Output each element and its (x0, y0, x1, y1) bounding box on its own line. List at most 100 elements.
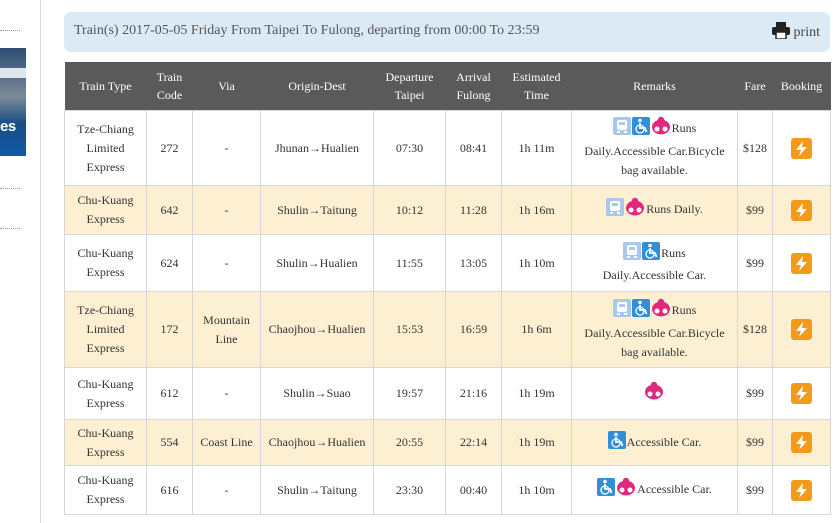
booking-icon[interactable] (791, 199, 812, 221)
header-remarks: Remarks (571, 62, 738, 111)
header-origin-dest[interactable]: Origin-Dest (260, 62, 374, 111)
wheelchair-icon (631, 117, 650, 141)
wheelchair-icon (597, 478, 616, 502)
booking-icon[interactable] (791, 252, 812, 274)
cell-remarks: Accessible Car. (571, 465, 738, 515)
cell-origin-dest: Jhunan→Hualien (260, 110, 374, 186)
promo-text: es (0, 118, 16, 135)
cell-estimated-time: 1h 19m (501, 367, 572, 420)
booking-icon[interactable] (791, 383, 812, 404)
daily-train-icon (606, 198, 625, 222)
table-row: Chu-Kuang Express 624 - Shulin→Hualien 11… (64, 234, 831, 292)
table-row: Chu-Kuang Express 554 Coast Line Chaojhou… (64, 419, 831, 466)
cell-booking (772, 185, 831, 235)
cell-origin-dest: Chaojhou→Hualien (260, 419, 374, 466)
cell-origin-dest: Shulin→Taitung (260, 185, 374, 235)
cell-train-type: Tze-Chiang Limited Express (64, 291, 147, 368)
header-departure[interactable]: Departure Taipei (373, 62, 446, 111)
cell-remarks: Runs Daily.Accessible Car.Bicycle bag avai… (571, 110, 738, 186)
booking-icon[interactable] (791, 319, 812, 340)
cell-via: - (192, 465, 261, 515)
booking-icon[interactable] (791, 479, 812, 501)
cell-estimated-time: 1h 10m (501, 465, 572, 515)
search-summary-text: Train(s) 2017-05-05 Friday From Taipei T… (74, 23, 540, 38)
cell-estimated-time: 1h 16m (501, 185, 572, 235)
cell-via: - (192, 367, 261, 420)
cell-origin-dest: Chaojhou→Hualien (260, 291, 374, 368)
print-icon (771, 22, 790, 44)
print-button[interactable]: print (771, 22, 820, 44)
cell-train-type: Chu-Kuang Express (64, 367, 147, 420)
cell-arrival: 08:41 (445, 110, 502, 186)
cell-train-code[interactable]: 616 (146, 465, 193, 515)
bicycle-bag-icon (651, 116, 671, 142)
cell-arrival: 22:14 (445, 419, 502, 466)
cell-booking (772, 234, 831, 292)
cell-train-code[interactable]: 554 (146, 419, 193, 466)
cell-departure: 15:53 (373, 291, 446, 368)
table-row: Chu-Kuang Express 642 - Shulin→Taitung 10… (64, 185, 831, 235)
bicycle-bag-icon (625, 197, 645, 223)
cell-arrival: 21:16 (445, 367, 502, 420)
header-fare[interactable]: Fare (737, 62, 773, 111)
table-header-row: Train Type Train Code Via Origin-Dest Dep… (64, 62, 831, 111)
cell-departure: 20:55 (373, 419, 446, 466)
table-row: Tze-Chiang Limited Express 272 - Jhunan→Hu… (64, 110, 831, 186)
header-train-code[interactable]: Train Code (146, 62, 193, 111)
cell-remarks: Runs Daily.Accessible Car. (571, 234, 738, 292)
cell-train-code[interactable]: 172 (146, 291, 193, 368)
print-label: print (793, 25, 820, 40)
cell-via: - (192, 234, 261, 292)
header-via[interactable]: Via (192, 62, 261, 111)
cell-train-code[interactable]: 612 (146, 367, 193, 420)
cell-departure: 19:57 (373, 367, 446, 420)
cell-via: Coast Line (192, 419, 261, 466)
cell-train-type: Chu-Kuang Express (64, 419, 147, 466)
cell-via: - (192, 185, 261, 235)
header-booking: Booking (772, 62, 831, 111)
promo-image-strip (0, 68, 26, 78)
cell-arrival: 11:28 (445, 185, 502, 235)
cell-remarks: Accessible Car. (571, 419, 738, 466)
cell-train-code[interactable]: 642 (146, 185, 193, 235)
cell-fare: $128 (737, 291, 773, 368)
cell-fare: $99 (737, 234, 773, 292)
cell-train-code[interactable]: 272 (146, 110, 193, 186)
daily-train-icon (612, 298, 631, 323)
header-estimated-time[interactable]: Estimated Time (501, 62, 572, 111)
cell-train-type: Chu-Kuang Express (64, 465, 147, 515)
cell-departure: 07:30 (373, 110, 446, 186)
sidebar-divider (0, 30, 20, 31)
cell-fare: $99 (737, 367, 773, 420)
wheelchair-icon (631, 298, 650, 323)
cell-estimated-time: 1h 10m (501, 234, 572, 292)
cell-via: - (192, 110, 261, 186)
daily-train-icon (612, 117, 631, 141)
bicycle-bag-icon (651, 298, 671, 324)
cell-arrival: 13:05 (445, 234, 502, 292)
cell-remarks: Runs Daily. (571, 185, 738, 235)
wheelchair-icon (607, 430, 626, 455)
table-row: Tze-Chiang Limited Express 172 Mountain Lin… (64, 291, 831, 368)
cell-booking (772, 291, 831, 368)
header-arrival[interactable]: Arrival Fulong (445, 62, 502, 111)
cell-departure: 10:12 (373, 185, 446, 235)
cell-booking (772, 465, 831, 515)
cell-departure: 23:30 (373, 465, 446, 515)
booking-icon[interactable] (791, 432, 812, 453)
table-row: Chu-Kuang Express 612 - Shulin→Suao 19:57… (64, 367, 831, 420)
search-summary-bar: Train(s) 2017-05-05 Friday From Taipei T… (64, 12, 830, 52)
cell-via: Mountain Line (192, 291, 261, 368)
cell-booking (772, 367, 831, 420)
cell-train-code[interactable]: 624 (146, 234, 193, 292)
header-train-type[interactable]: Train Type (64, 62, 147, 111)
sidebar-promo-banner[interactable]: es (0, 48, 26, 156)
wheelchair-icon (642, 241, 661, 266)
cell-fare: $99 (737, 419, 773, 466)
cell-departure: 11:55 (373, 234, 446, 292)
sidebar-divider (0, 188, 20, 189)
cell-train-type: Chu-Kuang Express (64, 185, 147, 235)
booking-icon[interactable] (791, 137, 812, 159)
cell-origin-dest: Shulin→Taitung (260, 465, 374, 515)
cell-origin-dest: Shulin→Hualien (260, 234, 374, 292)
